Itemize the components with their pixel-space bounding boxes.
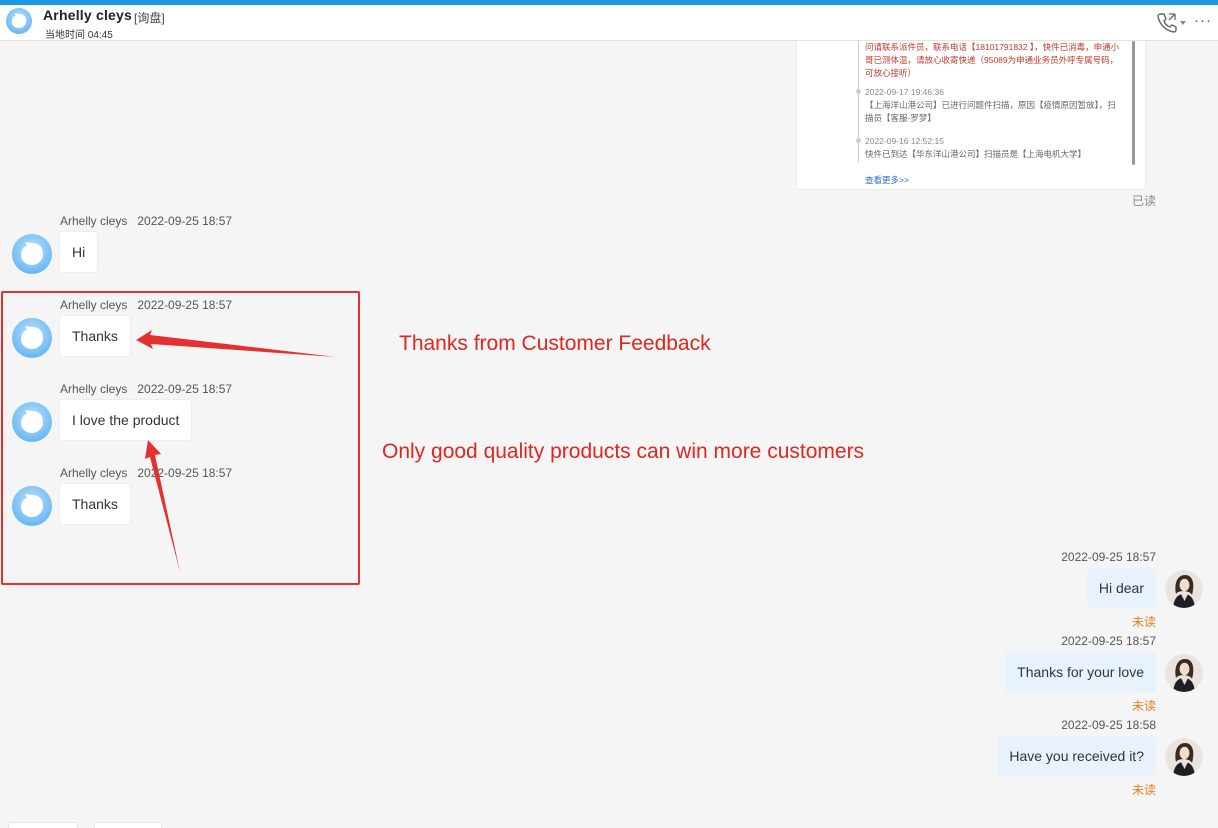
contact-avatar-icon[interactable]: [6, 8, 32, 34]
feedback-annotation: Thanks from Customer Feedback: [399, 332, 711, 355]
message-bubble[interactable]: Have you received it?: [997, 736, 1156, 776]
message-time: 2022-09-25 18:57: [1061, 634, 1156, 648]
inquiry-tag: [询盘]: [134, 11, 165, 25]
message-time: 2022-09-25 18:57: [1061, 550, 1156, 564]
phone-call-icon[interactable]: [1156, 11, 1178, 33]
tracking-more-link[interactable]: 查看更多>>: [865, 174, 909, 186]
message-time: 2022-09-25 18:57: [137, 214, 233, 228]
timeline-line: [858, 41, 859, 163]
message-bubble[interactable]: Thanks for your love: [1005, 652, 1156, 692]
chat-header: Arhelly cleys [询盘] 当地时间 04:45 ···: [0, 5, 1218, 41]
highlight-box: [1, 291, 360, 585]
tracking-entry-text: 快件已到达【华东洋山港公司】扫描员是【上海电机大学】: [865, 149, 1087, 159]
quality-annotation: Only good quality products can win more …: [382, 440, 865, 463]
user-avatar[interactable]: [1165, 570, 1203, 608]
read-status: 已读: [1132, 194, 1157, 208]
message-bubble[interactable]: Hi dear: [1086, 568, 1156, 608]
tracking-scrollbar[interactable]: [1132, 41, 1135, 165]
unread-status: 未读: [1131, 699, 1156, 713]
tracking-entry-text: 问请联系派件员，联系电话【18101791832 】，快件已消毒，申通小哥已测体…: [865, 42, 1120, 78]
bottom-toolbar: [0, 819, 1218, 828]
bottom-tab[interactable]: [8, 822, 78, 828]
unread-status: 未读: [1131, 783, 1156, 797]
more-dots-icon[interactable]: ···: [1194, 12, 1212, 29]
header-actions: ···: [1156, 11, 1214, 33]
unread-status: 未读: [1131, 615, 1156, 629]
timeline-dot: [856, 138, 861, 143]
user-avatar[interactable]: [1165, 654, 1203, 692]
tracking-entry-date: 2022-09-17 19:46:36: [865, 87, 944, 97]
contact-avatar-icon[interactable]: [12, 234, 52, 274]
tracking-entry-text: 【上海洋山港公司】已进行问题件扫描，原因【疫情原因暂放】，扫描员【客服-罗梦】: [865, 100, 1116, 123]
bottom-tab[interactable]: [94, 822, 162, 828]
local-time: 当地时间 04:45: [45, 30, 113, 41]
message-bubble[interactable]: Hi: [60, 232, 98, 272]
sender-name: Arhelly cleys: [60, 214, 128, 228]
message-meta: Arhelly cleys 2022-09-25 18:57: [60, 214, 232, 228]
timeline-dot: [856, 89, 861, 94]
contact-name[interactable]: Arhelly cleys: [43, 7, 132, 23]
tracking-card: 问请联系派件员，联系电话【18101791832 】，快件已消毒，申通小哥已测体…: [796, 41, 1146, 190]
tracking-entry-date: 2022-09-16 12:52:15: [865, 136, 944, 146]
message-time: 2022-09-25 18:58: [1061, 718, 1156, 732]
chevron-down-icon[interactable]: [1180, 21, 1186, 25]
user-avatar[interactable]: [1165, 738, 1203, 776]
